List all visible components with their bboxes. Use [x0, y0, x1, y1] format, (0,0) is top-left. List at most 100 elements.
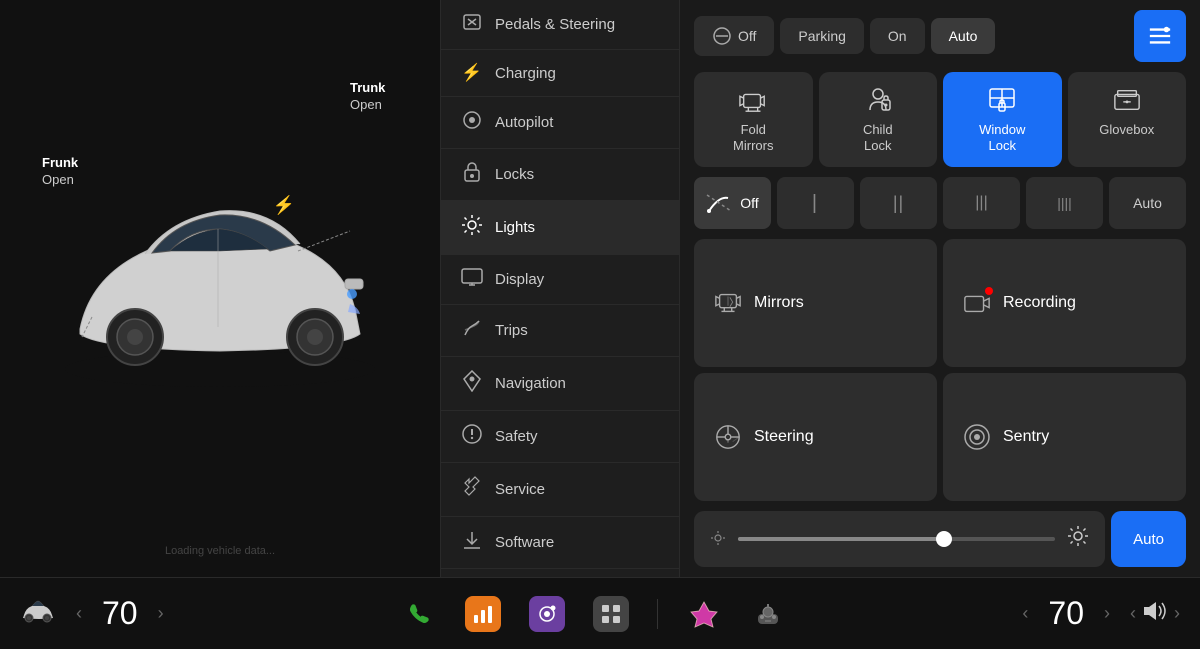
sidebar-item-lights-label: Lights: [495, 219, 535, 236]
pedals-icon: [461, 13, 483, 36]
glovebox-icon: [1113, 86, 1141, 114]
sidebar-item-pedals[interactable]: Pedals & Steering: [441, 0, 679, 50]
wiper-level4-button[interactable]: ||||: [1026, 177, 1103, 229]
brightness-low-icon: [710, 530, 726, 549]
speed-left-next-arrow[interactable]: ›: [158, 603, 164, 624]
child-lock-button[interactable]: ChildLock: [819, 72, 938, 167]
sidebar-item-display[interactable]: Display: [441, 255, 679, 305]
wiper-auto-button[interactable]: Auto: [1109, 177, 1186, 229]
lights-icon: [461, 214, 483, 241]
sidebar-item-safety-label: Safety: [495, 428, 538, 445]
right-panel: Off Parking On Auto: [680, 0, 1200, 577]
recording-button[interactable]: Recording: [943, 239, 1186, 367]
service-icon: [461, 476, 483, 503]
taskbar: ‹ 70 ›: [0, 577, 1200, 649]
sidebar-item-navigation[interactable]: Navigation: [441, 357, 679, 411]
sidebar-item-navigation-label: Navigation: [495, 375, 566, 392]
taskbar-center: [401, 596, 786, 632]
sidebar-item-pedals-label: Pedals & Steering: [495, 16, 615, 33]
volume-control: ‹ ›: [1130, 600, 1180, 628]
car-section: Frunk Open Trunk Open ⚡ Loading vehicle …: [0, 0, 440, 577]
sidebar-item-upgrades[interactable]: Upgrades: [441, 569, 679, 577]
sidebar-item-lights[interactable]: Lights: [441, 201, 679, 255]
bottom-grid: Mirrors Recording: [694, 239, 1186, 501]
steering-button[interactable]: Steering: [694, 373, 937, 501]
brightness-row: Auto: [694, 511, 1186, 567]
lights-on-button[interactable]: On: [870, 18, 925, 54]
mirrors-button[interactable]: Mirrors: [694, 239, 937, 367]
trunk-label: Trunk Open: [350, 80, 385, 114]
app-camera[interactable]: [529, 596, 565, 632]
speed-right-next-arrow[interactable]: ›: [1104, 603, 1110, 624]
trips-icon: [461, 318, 483, 343]
window-lock-icon: [988, 86, 1016, 114]
wiper-level3-button[interactable]: |||: [943, 177, 1020, 229]
display-icon: [461, 268, 483, 291]
taskbar-right: ‹ 70 › ‹ ›: [1022, 595, 1180, 632]
brightness-track[interactable]: [738, 537, 1055, 541]
app-phone[interactable]: [401, 596, 437, 632]
locks-row: FoldMirrors ChildLock: [694, 72, 1186, 167]
app-grid[interactable]: [593, 596, 629, 632]
glovebox-button[interactable]: Glovebox: [1068, 72, 1187, 167]
car-small-icon[interactable]: [20, 598, 56, 630]
sidebar-item-software[interactable]: Software: [441, 517, 679, 569]
sidebar-item-locks[interactable]: Locks: [441, 149, 679, 201]
speed-right-prev-arrow[interactable]: ‹: [1022, 603, 1028, 624]
sidebar-item-safety[interactable]: Safety: [441, 411, 679, 463]
app-energy[interactable]: [465, 596, 501, 632]
charge-indicator: ⚡: [273, 195, 295, 216]
taskbar-divider: [657, 599, 658, 629]
sidebar-item-trips-label: Trips: [495, 322, 528, 339]
sidebar-item-software-label: Software: [495, 534, 554, 551]
app-joystick[interactable]: [750, 596, 786, 632]
sidebar-item-trips[interactable]: Trips: [441, 305, 679, 357]
sidebar-item-autopilot[interactable]: Autopilot: [441, 97, 679, 149]
frunk-label: Frunk Open: [42, 155, 78, 189]
lights-auto-button[interactable]: Auto: [931, 18, 996, 54]
fold-mirrors-label: FoldMirrors: [733, 122, 773, 153]
speed-display-left: 70: [102, 595, 138, 632]
main-area: Frunk Open Trunk Open ⚡ Loading vehicle …: [0, 0, 1200, 577]
volume-decrease-button[interactable]: ‹: [1130, 603, 1136, 624]
window-lock-button[interactable]: WindowLock: [943, 72, 1062, 167]
taskbar-left: ‹ 70 ›: [20, 595, 164, 632]
window-lock-label: WindowLock: [979, 122, 1025, 153]
watermark: Loading vehicle data...: [165, 545, 275, 557]
sidebar-item-charging-label: Charging: [495, 65, 556, 82]
autopilot-icon: [461, 110, 483, 135]
volume-icon[interactable]: [1142, 600, 1168, 628]
wiper-level1-button[interactable]: |: [777, 177, 854, 229]
sidebar-item-charging[interactable]: ⚡ Charging: [441, 50, 679, 97]
recording-icon-wrap: [963, 289, 991, 317]
brightness-auto-button[interactable]: Auto: [1111, 511, 1186, 567]
glovebox-label: Glovebox: [1099, 122, 1154, 138]
lights-menu-button[interactable]: [1134, 10, 1186, 62]
steering-icon: [714, 423, 742, 451]
wiper-level2-button[interactable]: ||: [860, 177, 937, 229]
locks-icon: [461, 162, 483, 187]
sidebar: Pedals & Steering ⚡ Charging Autopilot: [440, 0, 680, 577]
brightness-slider-container[interactable]: [694, 511, 1105, 567]
brightness-thumb[interactable]: [936, 531, 952, 547]
recording-red-dot: [985, 287, 993, 295]
child-lock-label: ChildLock: [863, 122, 893, 153]
volume-increase-button[interactable]: ›: [1174, 603, 1180, 624]
wiper-row: Off | || ||| |||| Auto: [694, 177, 1186, 229]
speed-left-prev-arrow[interactable]: ‹: [76, 603, 82, 624]
fold-mirrors-button[interactable]: FoldMirrors: [694, 72, 813, 167]
fold-mirrors-icon: [739, 86, 767, 114]
wiper-off-button[interactable]: Off: [694, 177, 771, 229]
lights-off-button[interactable]: Off: [694, 16, 774, 56]
mirrors-icon: [714, 289, 742, 317]
sidebar-item-locks-label: Locks: [495, 166, 534, 183]
sidebar-item-autopilot-label: Autopilot: [495, 114, 553, 131]
sentry-button[interactable]: Sentry: [943, 373, 1186, 501]
software-icon: [461, 530, 483, 555]
sidebar-item-service[interactable]: Service: [441, 463, 679, 517]
wiper-off-icon: [706, 192, 732, 214]
app-party[interactable]: [686, 596, 722, 632]
child-lock-icon: [864, 86, 892, 114]
list-icon: [1148, 25, 1172, 47]
lights-parking-button[interactable]: Parking: [780, 18, 863, 54]
